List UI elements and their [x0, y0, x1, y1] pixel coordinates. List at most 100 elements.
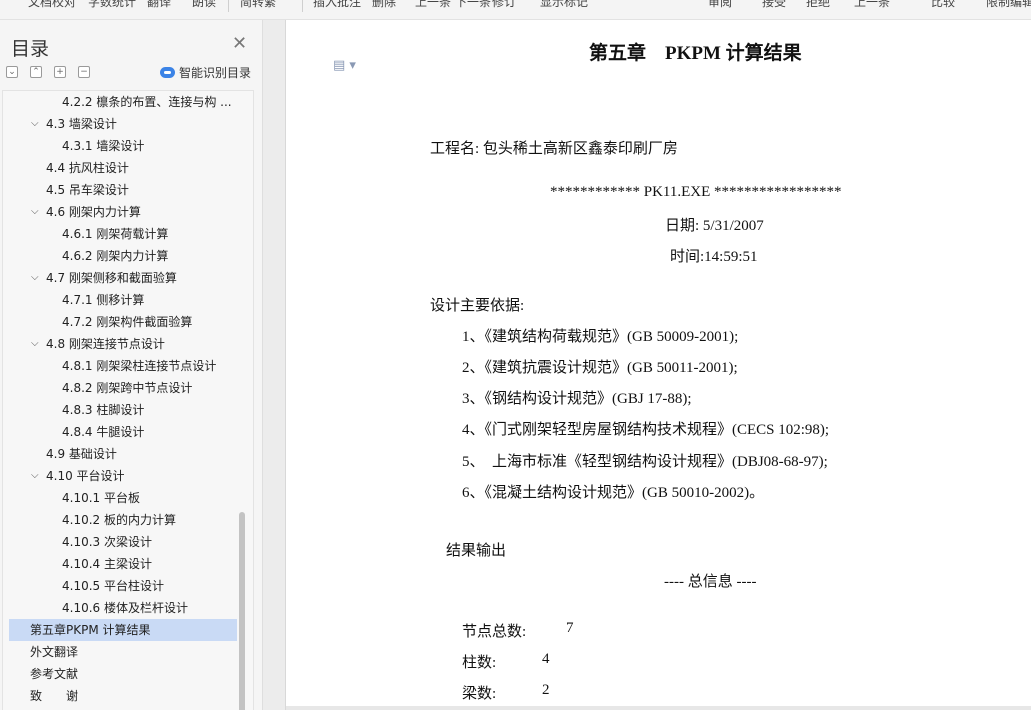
toc-item[interactable]: 4.4 抗风柱设计: [9, 157, 237, 179]
toc-item-label: 4.10.5 平台柱设计: [62, 579, 164, 593]
expand-caret-icon[interactable]: ⌵: [31, 465, 39, 487]
toc-item-active[interactable]: 第五章PKPM 计算结果: [9, 619, 237, 641]
toc-item-label: 4.7.1 侧移计算: [62, 293, 145, 307]
proofread-button[interactable]: 文档校对: [28, 0, 76, 10]
expand-caret-icon[interactable]: ⌵: [31, 333, 39, 355]
exe-line: ************ PK11.EXE *****************: [550, 184, 842, 200]
basis-item: 5、 上海市标准《轻型钢结构设计规程》(DBJ08-68-97);: [462, 454, 828, 470]
insert-comment-button[interactable]: 插入批注: [313, 0, 361, 10]
toc-item[interactable]: 外文翻译: [9, 641, 237, 663]
toc-item[interactable]: 4.5 吊车梁设计: [9, 179, 237, 201]
chapter-title: 第五章 PKPM 计算结果: [589, 43, 802, 64]
toc-item[interactable]: 4.8.1 刚架梁柱连接节点设计: [9, 355, 237, 377]
toc-item[interactable]: 4.2.2 檩条的布置、连接与构 ...: [9, 91, 237, 113]
basis-item: 4、《门式刚架轻型房屋钢结构技术规程》(CECS 102:98);: [462, 422, 830, 438]
next-comment-button[interactable]: 下一条: [455, 0, 491, 10]
toc-item[interactable]: 4.8.3 柱脚设计: [9, 399, 237, 421]
prev-change-button[interactable]: 上一条: [854, 0, 890, 10]
reject-button[interactable]: 拒绝: [806, 0, 830, 10]
toc-item[interactable]: 参考文献: [9, 663, 237, 685]
toc-item[interactable]: 4.10.6 楼体及栏杆设计: [9, 597, 237, 619]
show-markup-button[interactable]: 显示标记: [540, 0, 588, 10]
toc-item[interactable]: 致 谢: [9, 685, 237, 707]
toc-item-label: 4.7 刚架侧移和截面验算: [46, 271, 177, 285]
toc-item[interactable]: 4.6.1 刚架荷载计算: [9, 223, 237, 245]
add-heading-icon[interactable]: +: [54, 66, 66, 78]
toc-item[interactable]: ⌵ 4.10 平台设计: [9, 465, 237, 487]
toc-item-label: 4.8.3 柱脚设计: [62, 403, 145, 417]
toc-item-label: 4.4 抗风柱设计: [46, 161, 129, 175]
stat-label: 梁数:: [462, 686, 497, 702]
compare-button[interactable]: 比较: [931, 0, 955, 10]
toc-item[interactable]: 4.6.2 刚架内力计算: [9, 245, 237, 267]
smart-toc-button[interactable]: 智能识别目录: [160, 64, 251, 81]
stat-label: 柱数:: [462, 655, 497, 671]
document-page[interactable]: ▤ ▾ 第五章 PKPM 计算结果 工程名: 包头稀土高新区鑫泰印刷厂房 ***…: [285, 20, 1031, 710]
restrict-editing-button[interactable]: 限制编辑: [986, 0, 1031, 10]
toc-item-label: 4.10.6 楼体及栏杆设计: [62, 601, 188, 615]
collapse-all-icon[interactable]: ⌄: [6, 66, 18, 78]
toc-item[interactable]: 4.10.4 主梁设计: [9, 553, 237, 575]
translate-button[interactable]: 翻译: [147, 0, 171, 10]
track-changes-button[interactable]: 修订: [492, 0, 516, 10]
toc-item[interactable]: ⌵ 4.6 刚架内力计算: [9, 201, 237, 223]
accept-button[interactable]: 接受: [762, 0, 786, 10]
scrollbar-thumb[interactable]: [239, 512, 245, 710]
delete-comment-button[interactable]: 删除: [372, 0, 396, 10]
toc-item-label: 4.3.1 墙梁设计: [62, 139, 145, 153]
word-count-button[interactable]: 字数统计: [88, 0, 136, 10]
stat-value: 4: [542, 651, 550, 667]
toc-item[interactable]: 4.9 基础设计: [9, 443, 237, 465]
basis-heading: 设计主要依据:: [430, 298, 525, 314]
toc-item-label: 4.6.2 刚架内力计算: [62, 249, 169, 263]
expand-caret-icon[interactable]: ⌵: [31, 267, 39, 289]
close-icon[interactable]: ✕: [232, 35, 247, 53]
basis-item: 6、《混凝土结构设计规范》(GB 50010-2002)。: [462, 485, 765, 501]
toc-item[interactable]: 4.10.5 平台柱设计: [9, 575, 237, 597]
toc-item[interactable]: 4.3.1 墙梁设计: [9, 135, 237, 157]
toc-item[interactable]: ⌵ 4.7 刚架侧移和截面验算: [9, 267, 237, 289]
prev-comment-button[interactable]: 上一条: [415, 0, 451, 10]
expand-all-icon[interactable]: ⌃: [30, 66, 42, 78]
expand-caret-icon[interactable]: ⌵: [31, 201, 39, 223]
toc-item-label: 致 谢: [30, 689, 79, 703]
simplified-to-traditional-button[interactable]: 简转繁: [240, 0, 276, 10]
toc-item-label: 4.2.2 檩条的布置、连接与构 ...: [62, 95, 232, 109]
toc-item[interactable]: 4.10.2 板的内力计算: [9, 509, 237, 531]
remove-heading-icon[interactable]: −: [78, 66, 90, 78]
toolbar-divider: [228, 0, 229, 12]
basis-item: 2、《建筑抗震设计规范》(GB 50011-2001);: [462, 360, 738, 376]
toc-sidebar: 目录 ✕ ⌄ ⌃ + − 智能识别目录 4.2.2 檩条的布置、连接与构 ...…: [0, 20, 263, 710]
toc-item[interactable]: 4.8.2 刚架跨中节点设计: [9, 377, 237, 399]
toc-item-label: 4.8.4 牛腿设计: [62, 425, 145, 439]
document-icon[interactable]: ▤ ▾: [333, 58, 356, 73]
project-name: 工程名: 包头稀土高新区鑫泰印刷厂房: [430, 141, 678, 157]
basis-item: 3、《钢结构设计规范》(GBJ 17-88);: [462, 391, 692, 407]
toc-item-label: 外文翻译: [30, 645, 79, 659]
toc-item-label: 第五章PKPM 计算结果: [30, 623, 151, 637]
toc-item-label: 4.8.1 刚架梁柱连接节点设计: [62, 359, 217, 373]
toc-item-label: 4.9 基础设计: [46, 447, 117, 461]
stat-value: 2: [542, 682, 550, 698]
toc-item-label: 4.8.2 刚架跨中节点设计: [62, 381, 193, 395]
toc-item[interactable]: ⌵ 4.3 墙梁设计: [9, 113, 237, 135]
expand-caret-icon[interactable]: ⌵: [31, 113, 39, 135]
results-heading: 结果输出: [446, 543, 507, 559]
date-line: 日期: 5/31/2007: [665, 218, 764, 234]
stat-value: 7: [566, 620, 574, 636]
toc-item[interactable]: 4.7.1 侧移计算: [9, 289, 237, 311]
toc-item-label: 4.7.2 刚架构件截面验算: [62, 315, 193, 329]
summary-heading: ---- 总信息 ----: [664, 574, 757, 590]
toc-item[interactable]: 4.7.2 刚架构件截面验算: [9, 311, 237, 333]
review-button[interactable]: 审阅: [708, 0, 732, 10]
basis-item: 1、《建筑结构荷载规范》(GB 50009-2001);: [462, 329, 739, 345]
toc-item[interactable]: 4.10.1 平台板: [9, 487, 237, 509]
toc-item-label: 4.10.3 次梁设计: [62, 535, 152, 549]
document-area: ▤ ▾ 第五章 PKPM 计算结果 工程名: 包头稀土高新区鑫泰印刷厂房 ***…: [264, 20, 1031, 710]
toc-item[interactable]: ⌵ 4.8 刚架连接节点设计: [9, 333, 237, 355]
read-aloud-button[interactable]: 朗读: [192, 0, 216, 10]
toc-title: 目录: [11, 38, 50, 60]
toc-item-label: 4.6 刚架内力计算: [46, 205, 141, 219]
toc-item[interactable]: 4.8.4 牛腿设计: [9, 421, 237, 443]
toc-item[interactable]: 4.10.3 次梁设计: [9, 531, 237, 553]
